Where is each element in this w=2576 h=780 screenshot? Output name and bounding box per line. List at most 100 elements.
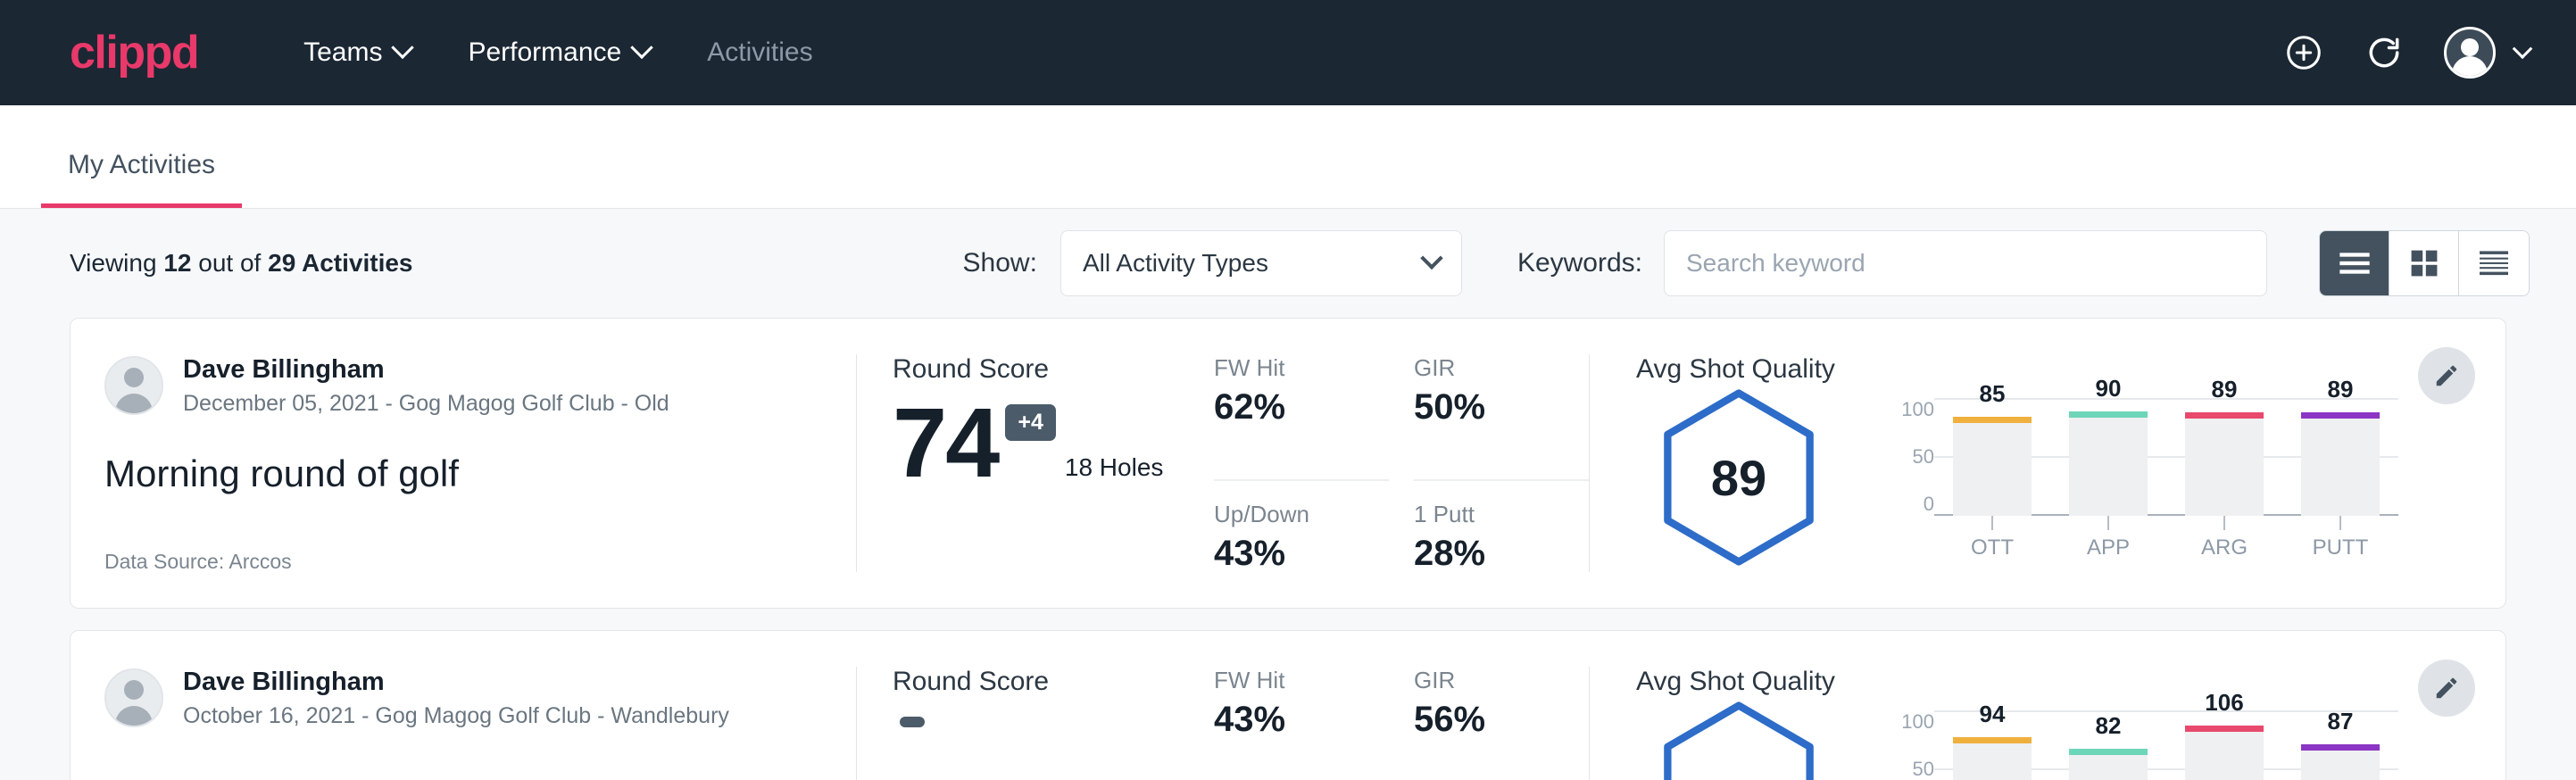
edit-activity-button[interactable] <box>2418 347 2475 404</box>
round-score-column: Round Score <box>857 631 1214 780</box>
stat-value: 62% <box>1214 387 1364 427</box>
activity-type-selected-value: All Activity Types <box>1083 249 1268 278</box>
chart-plot-area: 948210687 OTTAPPARGPUTT <box>1934 710 2398 780</box>
x-label-app: APP <box>2069 535 2148 560</box>
tab-my-activities[interactable]: My Activities <box>41 150 242 208</box>
bar-value-label: 106 <box>2205 689 2243 717</box>
bar-value-label: 89 <box>2212 376 2238 403</box>
pencil-icon <box>2433 675 2460 701</box>
bar-body <box>2069 755 2148 780</box>
view-toggle-grid[interactable] <box>2389 231 2459 295</box>
player-name: Dave Billingham <box>183 667 729 698</box>
x-tick <box>1953 516 2032 530</box>
navbar-actions <box>2283 27 2530 79</box>
round-stats-column: FW Hit 43% GIR 56% <box>1214 631 1589 780</box>
avatar-head-icon <box>2461 38 2479 56</box>
viewing-count-text: Viewing 12 out of 29 Activities <box>70 249 413 278</box>
viewing-count: 12 <box>163 249 191 277</box>
avatar-body-icon <box>2452 56 2488 76</box>
nav-item-performance[interactable]: Performance <box>439 37 678 68</box>
bar-cap <box>1953 417 2032 423</box>
account-menu[interactable] <box>2444 27 2530 79</box>
hexagon-icon <box>1654 701 1824 780</box>
activity-info-column: Dave Billingham December 05, 2021 - Gog … <box>71 319 856 608</box>
stat-one-putt: 1 Putt 28% <box>1414 481 1589 608</box>
toolbar-controls: Show: All Activity Types Keywords: <box>963 230 2530 296</box>
stat-fw-hit: FW Hit 62% <box>1214 354 1389 481</box>
chart-y-axis: 100500 <box>1884 398 1934 516</box>
y-tick-label: 50 <box>1913 758 1934 780</box>
stat-label: FW Hit <box>1214 354 1364 382</box>
round-stats-column: FW Hit 62% GIR 50% Up/Down 43% 1 Putt 28… <box>1214 319 1589 608</box>
stat-label: GIR <box>1414 667 1564 694</box>
score-to-par-badge: +4 <box>1005 404 1056 441</box>
view-toggle-detail[interactable] <box>2459 231 2529 295</box>
activity-card[interactable]: Dave Billingham December 05, 2021 - Gog … <box>70 318 2506 609</box>
bar-app: 90 <box>2069 398 2148 516</box>
nav-item-teams[interactable]: Teams <box>275 37 439 68</box>
holes-played: 18 Holes <box>1065 453 1164 482</box>
activity-card-list: Dave Billingham December 05, 2021 - Gog … <box>0 318 2576 780</box>
view-mode-toggle-group <box>2319 230 2530 296</box>
refresh-icon[interactable] <box>2364 32 2405 73</box>
bar-value-label: 87 <box>2328 708 2354 735</box>
avatar-head-icon <box>124 680 144 700</box>
viewing-total: 29 Activities <box>268 249 412 277</box>
viewing-prefix: Viewing <box>70 249 157 277</box>
nav-item-activities[interactable]: Activities <box>678 37 841 68</box>
bar-arg: 89 <box>2185 398 2264 516</box>
brand-logo[interactable]: clippd <box>70 29 198 76</box>
x-tick <box>2301 516 2380 530</box>
avatar <box>104 356 163 415</box>
shot-quality-bar-chart: 100500 948210687 OTTAPPARGPUTT <box>1884 707 2398 780</box>
edit-activity-button[interactable] <box>2418 660 2475 717</box>
round-score-column: Round Score 74 +4 18 Holes <box>857 319 1214 608</box>
plus-circle-icon[interactable] <box>2283 32 2324 73</box>
stat-value: 28% <box>1414 534 1564 574</box>
shot-quality-bar-chart: 100500 85908989 OTTAPPARGPUTT <box>1884 394 2398 560</box>
bar-putt: 87 <box>2301 710 2380 780</box>
round-score-value: 74 <box>893 397 998 491</box>
chart-bars: 85908989 <box>1934 398 2398 516</box>
activity-meta: December 05, 2021 - Gog Magog Golf Club … <box>183 391 669 417</box>
y-tick-label: 100 <box>1901 710 1934 734</box>
chart-x-labels: OTTAPPARGPUTT <box>1934 535 2398 560</box>
stat-value: 50% <box>1414 387 1564 427</box>
round-score-value-row <box>893 709 1214 727</box>
stat-label: Up/Down <box>1214 501 1364 528</box>
page-tabbar: My Activities <box>0 105 2576 209</box>
bar-cap <box>2301 744 2380 751</box>
chart-y-axis: 100500 <box>1884 710 1934 780</box>
data-source-label: Data Source: Arccos <box>104 550 856 574</box>
bar-cap <box>2069 411 2148 418</box>
x-label-ott: OTT <box>1953 535 2032 560</box>
stat-label: 1 Putt <box>1414 501 1564 528</box>
y-tick-label: 50 <box>1913 445 1934 469</box>
stat-value: 43% <box>1214 700 1364 740</box>
activity-type-select[interactable]: All Activity Types <box>1060 230 1462 296</box>
bar-body <box>2185 419 2264 516</box>
bar-cap <box>1953 737 2032 743</box>
x-label-putt: PUTT <box>2301 535 2380 560</box>
bar-arg: 106 <box>2185 710 2264 780</box>
stat-gir: GIR 56% <box>1414 667 1589 780</box>
activity-title: Morning round of golf <box>104 452 856 495</box>
bar-cap <box>2185 726 2264 732</box>
player-identity: Dave Billingham December 05, 2021 - Gog … <box>104 354 856 417</box>
nav-item-activities-label: Activities <box>707 37 812 68</box>
y-tick-label: 0 <box>1924 493 1934 516</box>
stat-value: 43% <box>1214 534 1364 574</box>
view-toggle-list[interactable] <box>2320 231 2389 295</box>
nav-item-teams-label: Teams <box>303 37 382 68</box>
stat-value: 56% <box>1414 700 1564 740</box>
stat-label: FW Hit <box>1214 667 1364 694</box>
bar-app: 82 <box>2069 710 2148 780</box>
activity-card[interactable]: Dave Billingham October 16, 2021 - Gog M… <box>70 630 2506 780</box>
bar-value-label: 94 <box>1980 701 2006 728</box>
avatar[interactable] <box>2444 27 2496 79</box>
primary-nav: Teams Performance Activities <box>275 37 841 68</box>
avg-shot-quality-label: Avg Shot Quality <box>1636 354 2505 385</box>
search-input[interactable] <box>1664 230 2267 296</box>
quality-hexagon <box>1636 701 1841 780</box>
x-tick <box>2069 516 2148 530</box>
